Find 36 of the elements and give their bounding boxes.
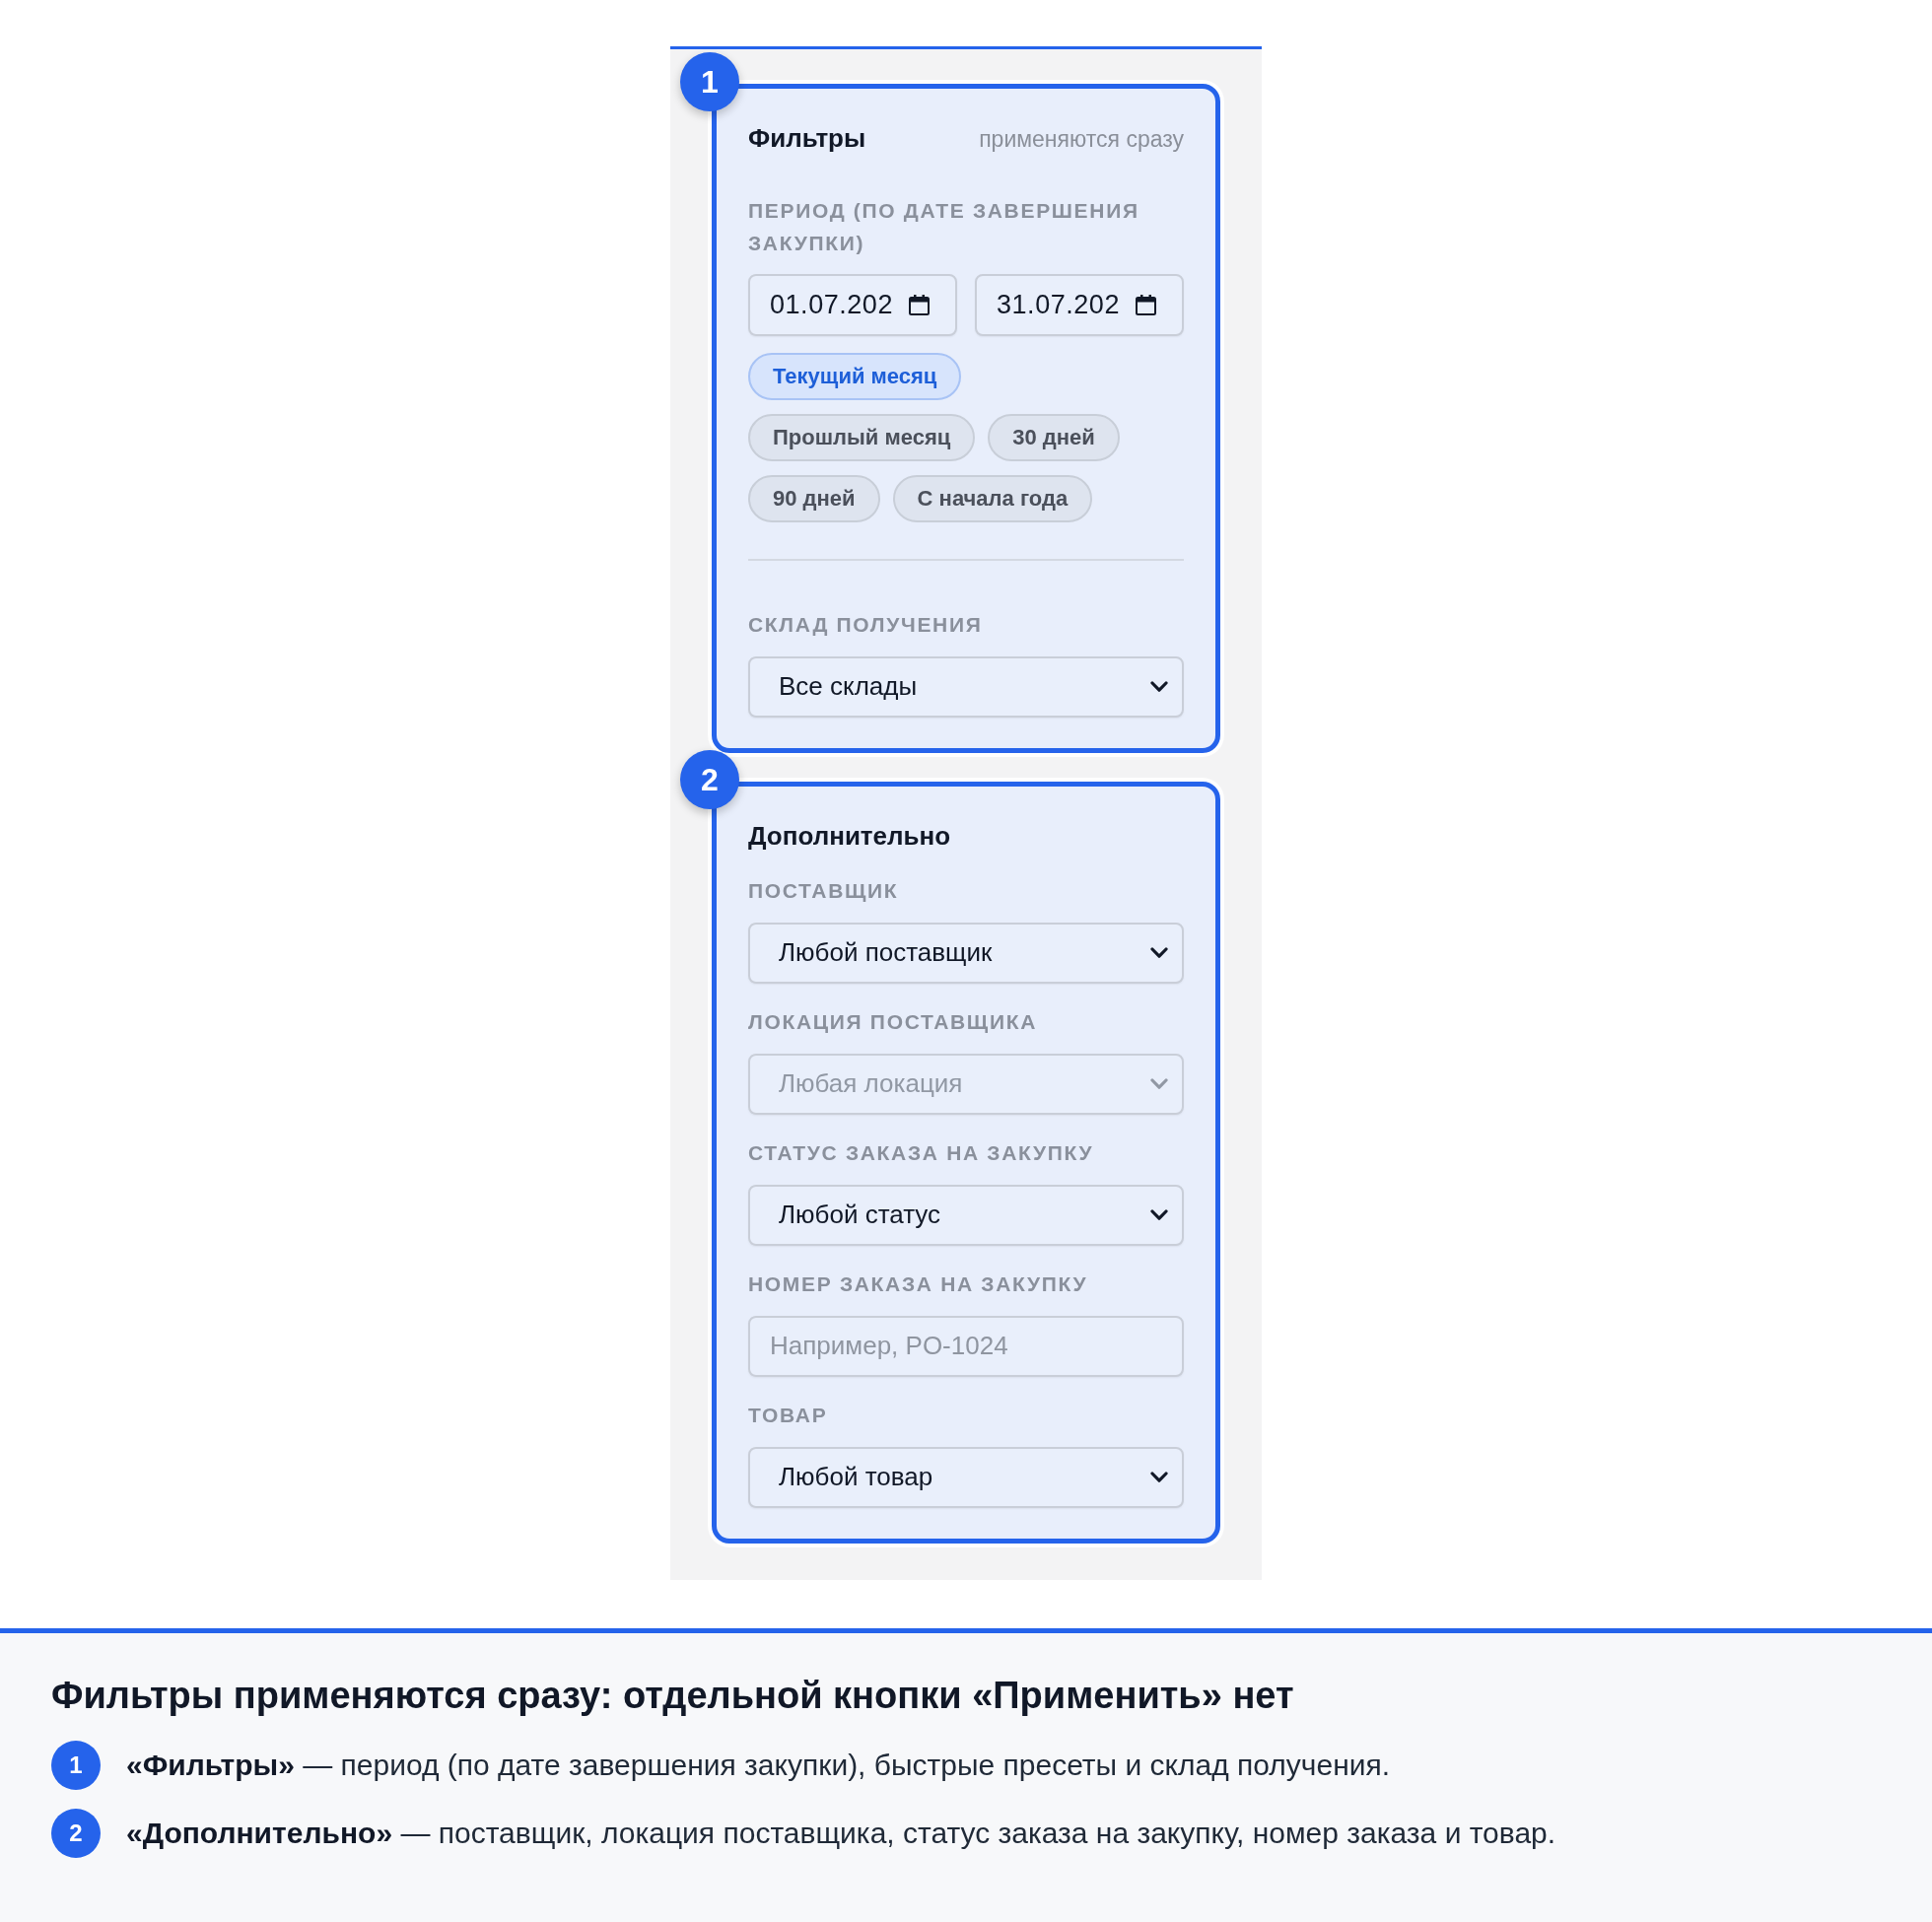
date-field[interactable]: 31.07.202	[975, 273, 1184, 336]
legend-number: 2	[51, 1808, 101, 1858]
chevron-down-icon	[1150, 1471, 1168, 1483]
legend-title: Фильтры применяются сразу: отдельной кнопки «Применить» нет	[51, 1673, 1295, 1717]
preset-chip[interactable]: Текущий месяц	[748, 352, 962, 400]
field-label: ТОВАР	[748, 1402, 829, 1428]
select-field[interactable]: Любой поставщик	[748, 922, 1184, 984]
calendar-icon	[1136, 294, 1156, 315]
field-label: НОМЕР ЗАКАЗА НА ЗАКУПКУ	[748, 1270, 1089, 1297]
legend-text: «Дополнительно» — поставщик, локация поставщика, статус заказа на закупку, номер заказа и товар.	[126, 1816, 1556, 1851]
calendar-icon	[909, 294, 930, 315]
field-label: ПОСТАВЩИК	[748, 877, 900, 904]
field-label: ЛОКАЦИЯ ПОСТАВЩИКА	[748, 1008, 1039, 1035]
section-title: Фильтры	[748, 122, 866, 155]
step-number: 2	[680, 749, 739, 809]
text-field[interactable]: Например, PO-1024	[748, 1315, 1184, 1377]
preset-chip[interactable]: 30 дней	[988, 413, 1120, 461]
select-field[interactable]: Любой статус	[748, 1184, 1184, 1246]
select-field[interactable]: Любой товар	[748, 1446, 1184, 1508]
field-label: СКЛАД ПОЛУЧЕНИЯ	[748, 611, 984, 638]
chevron-down-icon	[1150, 1077, 1168, 1090]
legend-number: 1	[51, 1740, 101, 1790]
legend-text: «Фильтры» — период (по дате завершения закупки), быстрые пресеты и склад получения.	[126, 1748, 1391, 1783]
preset-chip[interactable]: С начала года	[892, 474, 1093, 522]
select-field[interactable]: Все склады	[748, 655, 1184, 718]
field-label: СТАТУС ЗАКАЗА НА ЗАКУПКУ	[748, 1139, 1095, 1166]
preset-chip[interactable]: Прошлый месяц	[748, 413, 976, 461]
chevron-down-icon	[1150, 1208, 1168, 1221]
chevron-down-icon	[1150, 946, 1168, 959]
step-number: 1	[680, 52, 739, 111]
preset-chip[interactable]: 90 дней	[748, 474, 880, 522]
chevron-down-icon	[1150, 680, 1168, 693]
hint-text: применяются сразу	[979, 125, 1184, 154]
field-label: ПЕРИОД (ПО ДАТЕ ЗАВЕРШЕНИЯ ЗАКУПКИ)	[748, 197, 1140, 256]
section-title: Дополнительно	[748, 819, 951, 853]
date-field[interactable]: 01.07.202	[748, 273, 957, 336]
